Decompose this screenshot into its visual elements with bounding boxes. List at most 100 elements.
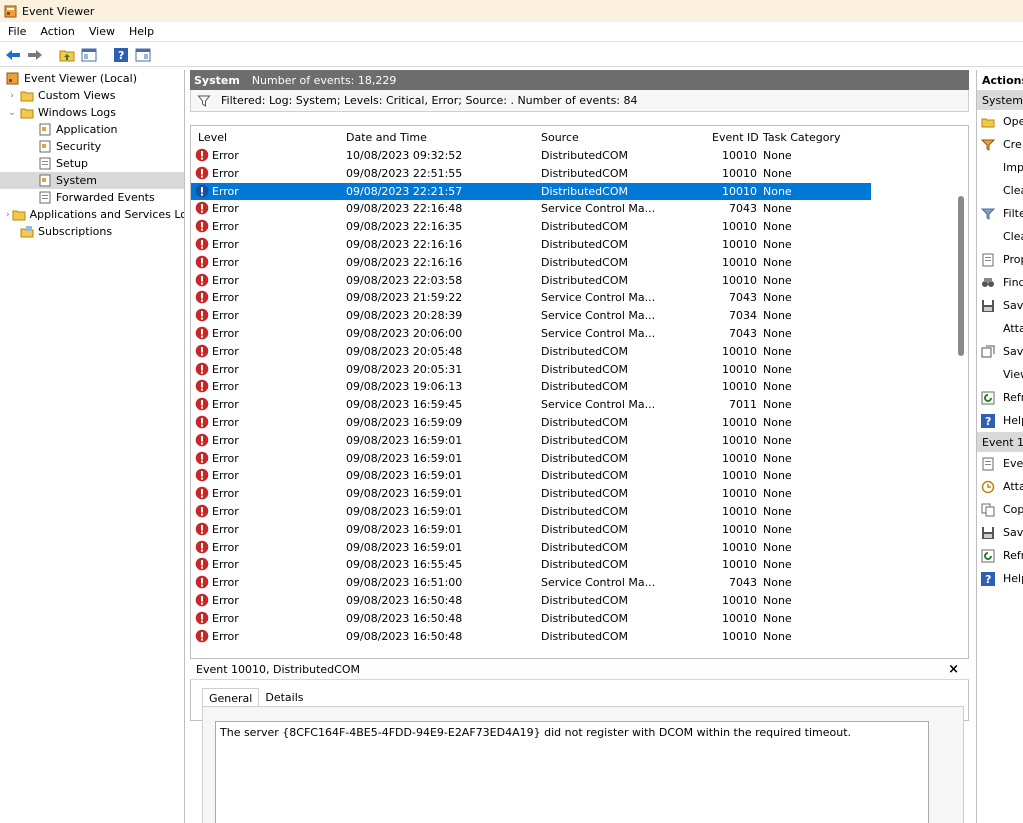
cell-event-id: 7011 bbox=[729, 398, 757, 412]
table-row[interactable]: Error 09/08/2023 20:05:31 DistributedCOM 10… bbox=[191, 361, 871, 379]
table-row[interactable]: Error 09/08/2023 16:59:45 Service Control … bbox=[191, 396, 871, 414]
cell-task-category: None bbox=[763, 149, 792, 162]
nav-item-custom-views[interactable]: › Custom Views bbox=[0, 87, 184, 104]
nav-item-windows-logs[interactable]: ⌄ Windows Logs bbox=[0, 104, 184, 121]
action-item[interactable]: Prop bbox=[977, 248, 1023, 271]
table-row[interactable]: Error 09/08/2023 16:50:48 DistributedCOM 10… bbox=[191, 628, 871, 646]
blank-icon-slot bbox=[981, 322, 995, 336]
close-detail-button[interactable]: × bbox=[948, 662, 959, 677]
table-row[interactable]: Error 09/08/2023 20:05:48 DistributedCOM 10… bbox=[191, 343, 871, 361]
nav-item-system[interactable]: System bbox=[0, 172, 184, 189]
table-row[interactable]: Error 09/08/2023 16:50:48 DistributedCOM 10… bbox=[191, 610, 871, 628]
nav-item-setup[interactable]: Setup bbox=[0, 155, 184, 172]
action-item[interactable]: View bbox=[977, 363, 1023, 386]
event-viewer-icon bbox=[6, 72, 19, 85]
action-item[interactable]: Filte bbox=[977, 202, 1023, 225]
cell-level: Error bbox=[212, 380, 239, 394]
menu-file[interactable]: File bbox=[2, 22, 34, 42]
table-row[interactable]: Error 09/08/2023 22:16:48 Service Control … bbox=[191, 200, 871, 218]
cell-date-time: 09/08/2023 16:59:01 bbox=[346, 505, 463, 518]
table-row[interactable]: Error 09/08/2023 16:59:01 DistributedCOM 10… bbox=[191, 467, 871, 485]
action-item[interactable]: Eve bbox=[977, 452, 1023, 475]
table-row[interactable]: Error 09/08/2023 22:21:57 DistributedCOM 10… bbox=[191, 182, 871, 201]
blank-icon-slot bbox=[981, 161, 995, 175]
table-row[interactable]: Error 09/08/2023 16:59:01 DistributedCOM 10… bbox=[191, 432, 871, 450]
general-tab-body: The server {8CFC164F-4BE5-4FDD-94E9-E2AF… bbox=[202, 706, 964, 823]
nav-item-event-viewer-local-[interactable]: Event Viewer (Local) bbox=[0, 70, 184, 87]
table-row[interactable]: Error 10/08/2023 09:32:52 DistributedCOM 10… bbox=[191, 147, 871, 165]
table-row[interactable]: Error 09/08/2023 22:51:55 DistributedCOM 10… bbox=[191, 165, 871, 183]
actions-section-system[interactable]: System bbox=[977, 90, 1023, 110]
table-row[interactable]: Error 09/08/2023 22:16:35 DistributedCOM 10… bbox=[191, 218, 871, 236]
error-icon bbox=[195, 344, 209, 358]
help-button[interactable]: ? bbox=[112, 46, 130, 64]
action-item[interactable]: Save bbox=[977, 521, 1023, 544]
error-icon bbox=[195, 504, 209, 518]
table-row[interactable]: Error 09/08/2023 16:59:09 DistributedCOM 10… bbox=[191, 414, 871, 432]
action-item[interactable]: Save bbox=[977, 340, 1023, 363]
table-row[interactable]: Error 09/08/2023 16:59:01 DistributedCOM 10… bbox=[191, 450, 871, 468]
action-item[interactable]: Save bbox=[977, 294, 1023, 317]
create-view-icon bbox=[981, 139, 995, 151]
table-row[interactable]: Error 09/08/2023 16:51:00 Service Control … bbox=[191, 574, 871, 592]
action-item[interactable]: Clea bbox=[977, 225, 1023, 248]
nav-item-forwarded-events[interactable]: Forwarded Events bbox=[0, 189, 184, 206]
chevron-down-icon[interactable]: ⌄ bbox=[6, 108, 18, 118]
action-item[interactable]: Atta bbox=[977, 475, 1023, 498]
show-hide-action-pane-button[interactable] bbox=[134, 46, 152, 64]
action-item[interactable]: Clea bbox=[977, 179, 1023, 202]
table-row[interactable]: Error 09/08/2023 21:59:22 Service Control … bbox=[191, 289, 871, 307]
up-folder-button[interactable] bbox=[58, 46, 76, 64]
nav-item-security[interactable]: Security bbox=[0, 138, 184, 155]
table-row[interactable]: Error 09/08/2023 20:06:00 Service Control … bbox=[191, 325, 871, 343]
forward-button[interactable] bbox=[26, 46, 44, 64]
menu-help[interactable]: Help bbox=[123, 22, 162, 42]
menu-view[interactable]: View bbox=[83, 22, 123, 42]
table-row[interactable]: Error 09/08/2023 16:59:01 DistributedCOM 10… bbox=[191, 503, 871, 521]
table-row[interactable]: Error 09/08/2023 16:50:48 DistributedCOM 10… bbox=[191, 592, 871, 610]
table-row[interactable]: Error 09/08/2023 16:59:01 DistributedCOM 10… bbox=[191, 539, 871, 557]
table-row[interactable]: Error 09/08/2023 22:16:16 DistributedCOM 10… bbox=[191, 254, 871, 272]
table-row[interactable]: Error 09/08/2023 16:59:01 DistributedCOM 10… bbox=[191, 485, 871, 503]
action-item[interactable]: Cre bbox=[977, 133, 1023, 156]
col-task-category[interactable]: Task Category bbox=[763, 131, 840, 144]
col-date-time[interactable]: Date and Time bbox=[346, 131, 427, 144]
action-item[interactable]: ? Help bbox=[977, 409, 1023, 432]
nav-item-application[interactable]: Application bbox=[0, 121, 184, 138]
action-item[interactable]: Cop bbox=[977, 498, 1023, 521]
actions-section-event[interactable]: Event 10 bbox=[977, 432, 1023, 452]
error-icon bbox=[195, 380, 209, 393]
menu-action[interactable]: Action bbox=[34, 22, 82, 42]
vertical-scrollbar[interactable] bbox=[954, 186, 968, 720]
back-button[interactable] bbox=[4, 46, 22, 64]
action-item[interactable]: Refr bbox=[977, 544, 1023, 567]
chevron-right-icon[interactable]: › bbox=[6, 91, 18, 101]
action-item[interactable]: Atta bbox=[977, 317, 1023, 340]
table-row[interactable]: Error 09/08/2023 22:03:58 DistributedCOM 10… bbox=[191, 272, 871, 290]
table-row[interactable]: Error 09/08/2023 16:55:45 DistributedCOM 10… bbox=[191, 556, 871, 574]
cell-level: Error bbox=[212, 416, 239, 429]
event-description[interactable]: The server {8CFC164F-4BE5-4FDD-94E9-E2AF… bbox=[215, 721, 929, 823]
action-item[interactable]: Imp bbox=[977, 156, 1023, 179]
action-item[interactable]: Find bbox=[977, 271, 1023, 294]
table-row[interactable]: Error 09/08/2023 19:06:13 DistributedCOM 10… bbox=[191, 378, 871, 396]
action-item[interactable]: ? Help bbox=[977, 567, 1023, 590]
nav-item-label: Windows Logs bbox=[38, 106, 116, 119]
action-item[interactable]: Refr bbox=[977, 386, 1023, 409]
show-hide-tree-button[interactable] bbox=[80, 46, 98, 64]
table-row[interactable]: Error 09/08/2023 22:16:16 DistributedCOM 10… bbox=[191, 236, 871, 254]
col-level[interactable]: Level bbox=[198, 131, 227, 144]
table-row[interactable]: Error 09/08/2023 20:28:39 Service Control … bbox=[191, 307, 871, 325]
nav-item-applications-and-services-logs[interactable]: › Applications and Services Logs bbox=[0, 206, 184, 223]
col-event-id[interactable]: Event ID bbox=[712, 131, 759, 144]
nav-item-subscriptions[interactable]: Subscriptions bbox=[0, 223, 184, 240]
blank-icon-slot bbox=[981, 184, 995, 198]
cell-date-time: 09/08/2023 16:59:01 bbox=[346, 433, 463, 447]
cell-event-id: 10010 bbox=[722, 594, 757, 607]
col-source[interactable]: Source bbox=[541, 131, 579, 144]
back-arrow-icon bbox=[6, 49, 20, 60]
chevron-right-icon[interactable]: › bbox=[6, 210, 10, 220]
table-row[interactable]: Error 09/08/2023 16:59:01 DistributedCOM 10… bbox=[191, 521, 871, 539]
action-item[interactable]: Ope bbox=[977, 110, 1023, 133]
scrollbar-thumb[interactable] bbox=[958, 196, 964, 356]
